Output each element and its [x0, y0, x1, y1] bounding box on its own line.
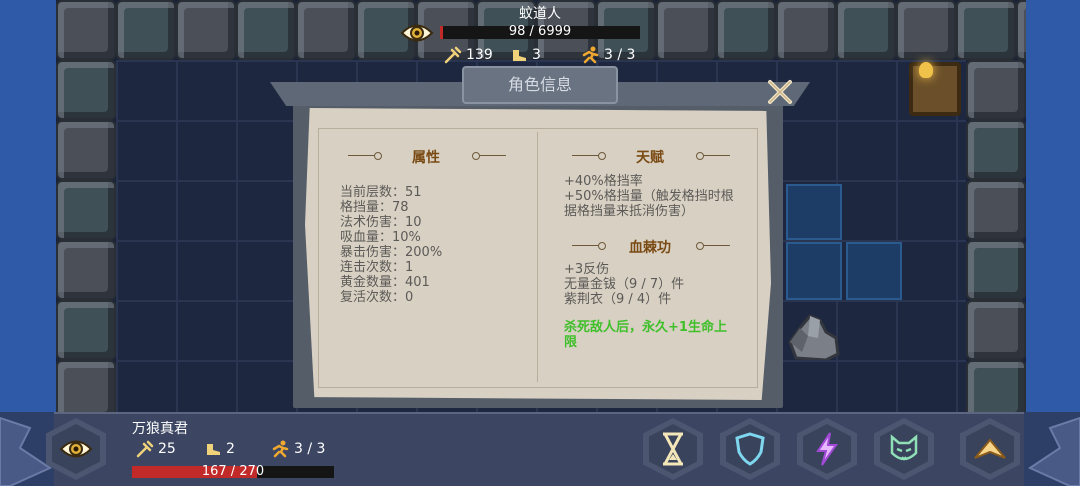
talent-list: +40%格挡率 +50%格挡量（触发格挡时根 据格挡量来抵消伤害） [564, 174, 754, 219]
talent-line: 据格挡量来抵消伤害） [564, 204, 695, 219]
enemy-hp-text: 98 / 6999 [508, 24, 572, 39]
player-defense-value: 2 [226, 441, 235, 457]
floor-highlight-tile[interactable] [846, 242, 902, 300]
enemy-attack-stat: 139 [444, 46, 493, 64]
talent-line: +50%格挡量（触发格挡时根 [564, 189, 734, 204]
skill-line: +3反伤 [564, 262, 610, 277]
player-speed-stat: 3 / 3 [270, 440, 325, 458]
skill-line: 无量金钹（9 / 7）件 [564, 277, 685, 292]
boot-icon [513, 50, 526, 61]
corner-ornament [1027, 416, 1080, 486]
shield-icon [735, 432, 765, 466]
attribute-line: 连击次数：1 [340, 260, 414, 275]
enemy-attack-value: 139 [466, 47, 493, 63]
right-wall [966, 60, 1026, 420]
enemy-speed-value: 3 / 3 [604, 47, 636, 63]
torch-flame [919, 62, 933, 78]
close-icon[interactable] [766, 78, 794, 106]
floor-highlight-tile[interactable] [786, 184, 842, 240]
attribute-line: 吸血量：10% [340, 230, 421, 245]
enemy-defense-stat: 3 [510, 46, 541, 64]
column-divider [537, 132, 538, 382]
treasure-chest[interactable] [909, 62, 961, 116]
title-ornament [472, 152, 506, 160]
skill-bonus-note: 杀死敌人后，永久+1生命上限 [564, 320, 727, 350]
dialog-title: 角色信息 [462, 66, 618, 104]
lightning-icon [816, 432, 838, 466]
attribute-line: 格挡量：78 [340, 200, 409, 215]
player-hp-text: 167 / 270 [201, 464, 265, 479]
enemy-speed-stat: 3 / 3 [580, 46, 635, 64]
attributes-title: 属性 [412, 150, 440, 166]
attribute-line: 法术伤害：10 [340, 215, 422, 230]
skill-line: 紫荆衣（9 / 4）件 [564, 292, 672, 307]
eye-icon[interactable] [400, 20, 434, 46]
talent-line: +40%格挡率 [564, 174, 643, 189]
cat-mask-icon [890, 434, 918, 461]
player-name: 万狼真君 [132, 421, 188, 437]
skill-title: 血棘功 [629, 240, 671, 256]
skill-list: +3反伤 无量金钹（9 / 7）件 紫荆衣（9 / 4）件 [564, 262, 754, 307]
sword-icon [136, 440, 154, 458]
hourglass-icon [663, 432, 683, 466]
talent-title: 天赋 [636, 150, 664, 166]
attribute-line: 复活次数：0 [340, 290, 414, 305]
rock-obstacle [788, 314, 840, 360]
attribute-line: 黄金数量：401 [340, 275, 430, 290]
enemy-name: 蚊道人 [519, 6, 561, 22]
title-ornament [696, 152, 730, 160]
player-attack-value: 25 [158, 441, 176, 457]
running-icon [272, 440, 289, 458]
running-icon [582, 46, 599, 64]
player-speed-value: 3 / 3 [294, 441, 326, 457]
player-attack-stat: 25 [136, 440, 176, 458]
enemy-defense-value: 3 [532, 47, 541, 63]
attribute-line: 暴击伤害：200% [340, 245, 443, 260]
attribute-line: 当前层数：51 [340, 185, 422, 200]
left-wall [56, 60, 116, 420]
player-defense-stat: 2 [204, 440, 235, 458]
floor-highlight-tile[interactable] [786, 242, 842, 300]
boot-icon [207, 444, 220, 455]
title-ornament [696, 242, 730, 250]
attributes-list: 当前层数：51 格挡量：78 法术伤害：10 吸血量：10% 暴击伤害：200%… [340, 185, 442, 305]
eye-icon [59, 440, 93, 458]
game-screen: 蚊道人 98 / 6999 139 3 3 / 3 角色信息 属性 当前层数：5… [0, 0, 1080, 486]
arrow-up-icon [974, 438, 1006, 459]
sword-icon [444, 46, 462, 64]
